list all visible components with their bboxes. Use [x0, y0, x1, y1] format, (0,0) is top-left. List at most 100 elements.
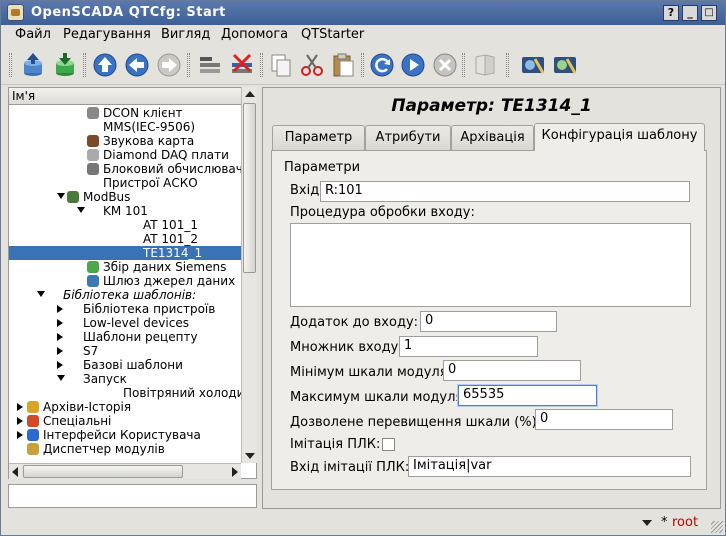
tree-row[interactable]: Повітряний холодильник [9, 386, 256, 400]
navigation-tree[interactable]: DCON клієнт MMS(IEC-9506) Звукова карта Dia… [8, 105, 257, 479]
delete-item-icon[interactable] [228, 51, 256, 79]
scroll-left-arrow-icon[interactable] [12, 467, 18, 477]
tree-row[interactable]: Шаблони рецепту [9, 330, 242, 344]
procedure-textarea[interactable] [290, 223, 691, 307]
maximize-button[interactable]: □ [701, 5, 717, 21]
scroll-down-arrow-icon[interactable] [245, 453, 255, 459]
tree-row[interactable]: Звукова карта [9, 134, 242, 148]
scale-max-field[interactable]: 65535 [458, 385, 597, 406]
resize-grip[interactable] [711, 521, 723, 533]
expand-arrow-right-icon[interactable] [57, 305, 63, 313]
status-user[interactable]: root [672, 515, 698, 530]
tab-template-config[interactable]: Конфігурація шаблону [534, 123, 705, 151]
stop-icon[interactable] [431, 51, 459, 79]
tree-row[interactable]: Диспетчер модулів [9, 442, 242, 456]
back-icon[interactable] [123, 51, 151, 79]
special-icon [27, 415, 39, 427]
tree-row[interactable]: Шлюз джерел даних [9, 274, 242, 288]
tree-row[interactable]: Інтерфейси Користувача [9, 428, 242, 442]
tree-row[interactable]: Збір даних Siemens [9, 260, 242, 274]
start-icon[interactable] [399, 51, 427, 79]
tree-row[interactable]: Базові шаблони [9, 358, 242, 372]
status-dropdown-icon[interactable] [642, 520, 652, 526]
scale-overrun-field[interactable]: 0 [535, 409, 673, 430]
expand-arrow-down-icon[interactable] [57, 375, 65, 381]
tree-row[interactable]: TE1314_1 [9, 246, 242, 260]
title-bar[interactable]: OpenSCADA QTCfg: Start ? _ □ [1, 1, 725, 25]
add-item-icon[interactable] [196, 51, 224, 79]
tree-row[interactable]: Архіви-Історія [9, 400, 242, 414]
scroll-right-arrow-icon[interactable] [232, 467, 238, 477]
scroll-up-arrow-icon[interactable] [245, 91, 255, 97]
menu-help[interactable]: Допомога [221, 27, 288, 42]
tree-row[interactable]: MMS(IEC-9506) [9, 120, 242, 134]
refresh-icon[interactable] [368, 51, 396, 79]
menu-file[interactable]: Файл [15, 27, 51, 42]
expand-arrow-right-icon[interactable] [57, 361, 63, 369]
input-addition-field[interactable]: 0 [420, 311, 557, 332]
tree-row[interactable]: DCON клієнт [9, 106, 242, 120]
tree-row-label: Пристрої АСКО [103, 176, 198, 190]
plc-imitation-checkbox[interactable] [382, 438, 395, 451]
tree-row[interactable]: AT 101_1 [9, 218, 242, 232]
tree-row[interactable]: Запуск [9, 372, 242, 386]
expand-arrow-down-icon[interactable] [57, 193, 65, 199]
menu-qtstarter[interactable]: QTStarter [301, 27, 364, 42]
db-load-icon[interactable] [19, 51, 47, 79]
hscroll-thumb[interactable] [23, 465, 183, 478]
plc-imitation-label: Імітація ПЛК: [290, 437, 381, 452]
tree-row[interactable]: Diamond DAQ плати [9, 148, 242, 162]
toolbar-grip[interactable] [9, 53, 12, 77]
module-icon-2[interactable] [551, 51, 579, 79]
tree-filter-input[interactable] [8, 484, 257, 508]
tab-parameter[interactable]: Параметр [272, 125, 365, 150]
expand-arrow-right-icon[interactable] [57, 333, 63, 341]
input-multiplier-field[interactable]: 1 [399, 336, 538, 357]
help-button[interactable]: ? [663, 5, 679, 21]
tree-row[interactable]: Low-level devices [9, 316, 242, 330]
tree-row[interactable]: Спеціальні [9, 414, 242, 428]
tree-header-name[interactable]: Ім'я [8, 87, 257, 105]
tree-row[interactable]: S7 [9, 344, 242, 358]
manual-icon[interactable] [471, 51, 499, 79]
db-save-icon[interactable] [51, 51, 79, 79]
tree-row-label: Базові шаблони [83, 358, 183, 372]
tab-attributes[interactable]: Атрибути [365, 125, 451, 150]
minimize-button[interactable]: _ [682, 5, 698, 21]
plc-imitation-input-field[interactable]: Імітація|var [408, 456, 691, 477]
tree-horizontal-scrollbar[interactable] [9, 463, 241, 479]
tree-row[interactable]: ModBus [9, 190, 242, 204]
toolbar-separator [187, 53, 190, 77]
tab-archiving[interactable]: Архівація [451, 125, 534, 150]
cut-icon[interactable] [298, 51, 326, 79]
expand-arrow-down-icon[interactable] [77, 207, 85, 213]
expand-arrow-right-icon[interactable] [17, 417, 23, 425]
expand-arrow-right-icon[interactable] [17, 431, 23, 439]
scroll-thumb[interactable] [243, 103, 256, 273]
copy-icon[interactable] [267, 51, 295, 79]
expand-arrow-down-icon[interactable] [37, 291, 45, 297]
status-modified-indicator: * [661, 515, 668, 530]
expand-arrow-right-icon[interactable] [57, 319, 63, 327]
forward-icon[interactable] [155, 51, 183, 79]
up-icon[interactable] [91, 51, 119, 79]
menu-view[interactable]: Вигляд [161, 27, 210, 42]
tree-vertical-scrollbar[interactable] [241, 87, 257, 463]
tree-row[interactable]: Бібліотека пристроїв [9, 302, 242, 316]
template-config-page: Параметри Вхід: R:101 Процедура обробки … [271, 150, 707, 490]
tree-row[interactable]: Блоковий обчислювач [9, 162, 243, 176]
tree-row[interactable]: AT 101_2 [9, 232, 242, 246]
scale-min-field[interactable]: 0 [443, 360, 581, 381]
toolbar-separator [260, 53, 263, 77]
menu-edit[interactable]: Редагування [63, 27, 151, 42]
module-icon-1[interactable] [519, 51, 547, 79]
tree-row[interactable]: Бібліотека шаблонів: [9, 288, 242, 302]
paste-icon[interactable] [329, 51, 357, 79]
expand-arrow-right-icon[interactable] [17, 403, 23, 411]
tree-row-label: Збір даних Siemens [103, 260, 227, 274]
expand-arrow-right-icon[interactable] [57, 347, 63, 355]
tree-row-label: Шлюз джерел даних [103, 274, 236, 288]
tree-row[interactable]: KM 101 [9, 204, 242, 218]
tree-row[interactable]: Пристрої АСКО [9, 176, 242, 190]
input-field[interactable]: R:101 [320, 181, 690, 202]
